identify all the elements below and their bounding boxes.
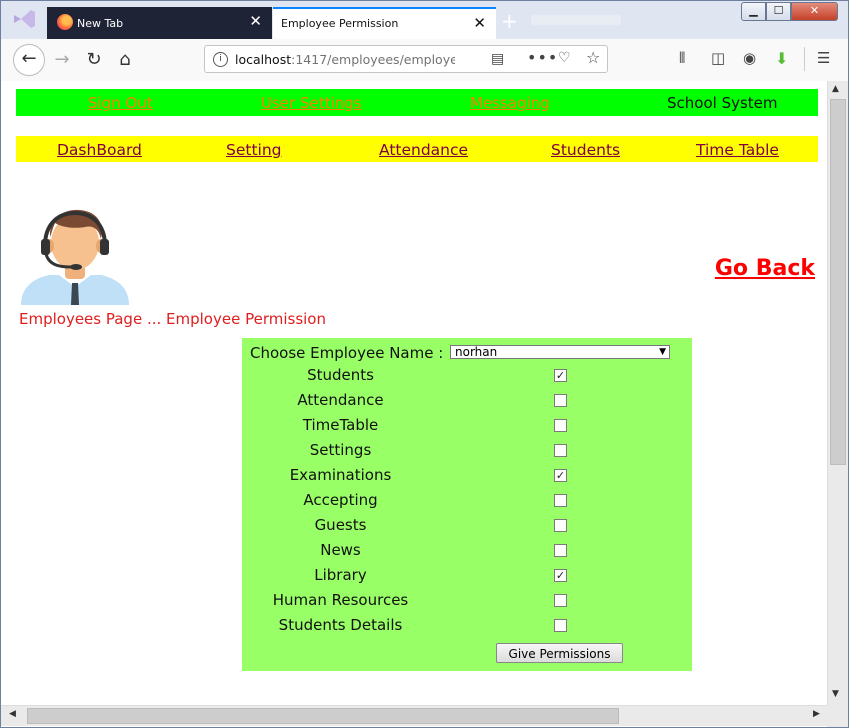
- permission-checkbox[interactable]: [554, 444, 567, 457]
- bookmark-star-icon[interactable]: ☆: [586, 48, 600, 67]
- sign-out-link[interactable]: Sign Out: [88, 94, 153, 112]
- page-heading: Employees Page ... Employee Permission: [19, 310, 326, 328]
- permission-row: Examinations ✓: [242, 464, 692, 489]
- permission-label: Library: [314, 566, 367, 584]
- url-bar[interactable]: i localhost:1417/employees/employee_per …: [204, 45, 608, 73]
- firefox-icon: [57, 14, 73, 30]
- permission-checkbox[interactable]: [554, 594, 567, 607]
- scroll-left-icon[interactable]: ◀: [9, 709, 16, 719]
- reload-button[interactable]: ↻: [81, 47, 107, 73]
- scroll-up-icon[interactable]: ▲: [832, 84, 839, 94]
- minimize-button[interactable]: ▁: [741, 2, 766, 21]
- permission-checkbox[interactable]: [554, 619, 567, 632]
- permissions-form: Choose Employee Name : norhan ▼ Students…: [242, 338, 692, 671]
- download-icon[interactable]: ⬇: [775, 49, 788, 68]
- home-button[interactable]: ⌂: [112, 47, 138, 73]
- employee-avatar: [21, 209, 129, 305]
- scroll-right-icon[interactable]: ▶: [813, 709, 820, 719]
- permission-label: News: [320, 541, 361, 559]
- nav-students[interactable]: Students: [551, 141, 620, 159]
- go-back-link[interactable]: Go Back: [715, 256, 815, 281]
- permission-row: TimeTable: [242, 414, 692, 439]
- menu-icon[interactable]: ☰: [817, 49, 830, 67]
- close-icon[interactable]: ✕: [249, 12, 262, 30]
- nav-setting[interactable]: Setting: [226, 141, 282, 159]
- permission-row: Accepting: [242, 489, 692, 514]
- account-icon[interactable]: ◉: [743, 49, 756, 67]
- permission-label: Examinations: [289, 466, 392, 484]
- pocket-icon[interactable]: ♡: [558, 50, 571, 66]
- back-button[interactable]: ←: [13, 44, 45, 76]
- nav-toolbar: ← → ↻ ⌂ i localhost:1417/employees/emplo…: [1, 39, 848, 82]
- tab-title: New Tab: [77, 17, 124, 30]
- sidebar-icon[interactable]: ◫: [711, 49, 725, 67]
- employee-name-label: Choose Employee Name :: [250, 344, 444, 362]
- info-icon[interactable]: i: [213, 52, 228, 67]
- reader-view-icon[interactable]: ▤: [491, 51, 504, 67]
- tab-strip: New Tab ✕ Employee Permission ✕ + ▁ ☐ ✕: [1, 1, 848, 39]
- new-tab-button[interactable]: +: [501, 9, 518, 33]
- url-host: localhost: [235, 52, 292, 67]
- employee-select-value: norhan: [455, 345, 498, 359]
- permission-row: Students ✓: [242, 364, 692, 389]
- horizontal-scrollbar[interactable]: ◀ ▶: [1, 705, 827, 726]
- browser-window: New Tab ✕ Employee Permission ✕ + ▁ ☐ ✕ …: [0, 0, 849, 728]
- page-viewport: Sign Out User Settings Messaging School …: [1, 81, 827, 705]
- permission-row: Settings: [242, 439, 692, 464]
- toolbar-separator: [804, 47, 805, 71]
- permission-label: Students: [307, 366, 374, 384]
- tab-new-tab[interactable]: New Tab ✕: [47, 7, 272, 39]
- nav-dashboard[interactable]: DashBoard: [57, 141, 142, 159]
- permission-row: Attendance: [242, 389, 692, 414]
- scroll-down-icon[interactable]: ▼: [832, 689, 839, 699]
- visual-studio-icon: [14, 10, 35, 28]
- permission-label: Guests: [314, 516, 367, 534]
- permission-checkbox[interactable]: [554, 419, 567, 432]
- tab-placeholder: [531, 15, 621, 25]
- permission-label: Students Details: [278, 616, 403, 634]
- close-icon[interactable]: ✕: [473, 14, 486, 32]
- scrollbar-corner: [827, 705, 848, 727]
- permission-row: Library ✓: [242, 564, 692, 589]
- permission-row: Human Resources: [242, 589, 692, 614]
- library-icon[interactable]: ⫴: [679, 49, 685, 67]
- permission-checkbox[interactable]: [554, 394, 567, 407]
- permission-row: Students Details: [242, 614, 692, 639]
- chevron-down-icon: ▼: [659, 347, 666, 357]
- permission-label: Human Resources: [272, 591, 409, 609]
- vertical-scrollbar[interactable]: ▲ ▼: [827, 81, 848, 705]
- permission-row: News: [242, 539, 692, 564]
- permission-checkbox[interactable]: ✓: [554, 569, 567, 582]
- give-permissions-button[interactable]: Give Permissions: [496, 643, 623, 663]
- permission-checkbox[interactable]: ✓: [554, 469, 567, 482]
- horizontal-scroll-thumb[interactable]: [27, 708, 619, 724]
- nav-time-table[interactable]: Time Table: [696, 141, 779, 159]
- permission-label: Attendance: [297, 391, 384, 409]
- main-nav: DashBoard Setting Attendance Students Ti…: [16, 136, 818, 162]
- permission-label: Settings: [309, 441, 372, 459]
- permission-label: Accepting: [303, 491, 378, 509]
- vertical-scroll-thumb[interactable]: [830, 99, 846, 465]
- window-close-button[interactable]: ✕: [791, 2, 838, 21]
- maximize-button[interactable]: ☐: [766, 2, 791, 21]
- user-settings-link[interactable]: User Settings: [261, 94, 361, 112]
- tab-employee-permission[interactable]: Employee Permission ✕: [273, 7, 496, 39]
- top-nav: Sign Out User Settings Messaging School …: [16, 89, 818, 116]
- nav-attendance[interactable]: Attendance: [379, 141, 468, 159]
- permission-checkbox[interactable]: ✓: [554, 369, 567, 382]
- permission-label: TimeTable: [302, 416, 379, 434]
- permission-checkbox[interactable]: [554, 544, 567, 557]
- page-actions-icon[interactable]: •••: [527, 48, 558, 67]
- forward-button[interactable]: →: [49, 47, 75, 73]
- permission-row: Guests: [242, 514, 692, 539]
- permission-checkbox[interactable]: [554, 519, 567, 532]
- messaging-link[interactable]: Messaging: [470, 94, 550, 112]
- tab-title: Employee Permission: [281, 17, 399, 30]
- url-text[interactable]: localhost:1417/employees/employee_per: [235, 52, 455, 67]
- site-brand: School System: [667, 94, 778, 112]
- url-path: :1417/employees/employee_per: [291, 52, 455, 67]
- employee-select[interactable]: norhan ▼: [450, 345, 670, 359]
- permission-checkbox[interactable]: [554, 494, 567, 507]
